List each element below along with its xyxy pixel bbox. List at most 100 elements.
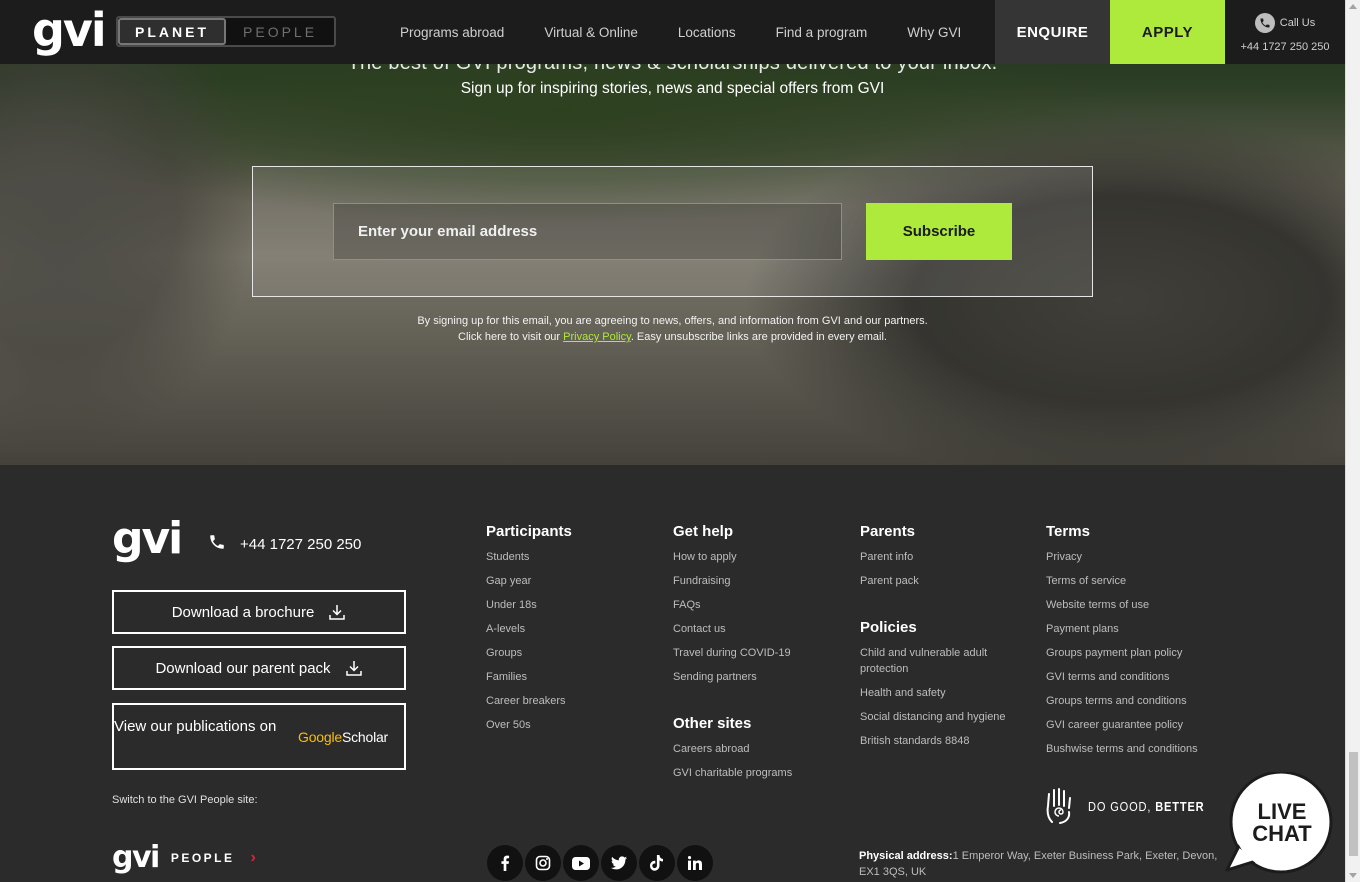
live-chat-button[interactable]: LIVE CHAT — [1225, 770, 1335, 876]
nav-locations[interactable]: Locations — [678, 25, 736, 40]
tiktok-icon[interactable] — [639, 845, 675, 881]
footer-col-participants: Participants Students Gap year Under 18s… — [486, 522, 572, 741]
gvi-people-label: PEOPLE — [170, 851, 235, 865]
footer-link[interactable]: Parent info — [860, 549, 919, 565]
instagram-icon[interactable] — [525, 845, 561, 881]
legal-line-2-pre: Click here to visit our — [458, 331, 561, 343]
footer-link[interactable]: Parent pack — [860, 573, 919, 589]
phone-icon — [208, 533, 226, 556]
scrollbar-thumb[interactable] — [1349, 752, 1358, 856]
footer-link[interactable]: Careers abroad — [673, 741, 792, 757]
footer-link[interactable]: Contact us — [673, 621, 791, 637]
planet-people-toggle: PLANET PEOPLE — [116, 16, 336, 47]
email-input[interactable] — [333, 203, 842, 260]
do-good-better-logo: DO GOOD, BETTER — [1046, 788, 1225, 824]
footer-link[interactable]: A-levels — [486, 621, 572, 637]
youtube-icon[interactable] — [563, 845, 599, 881]
do-good-better-text: DO GOOD, BETTER — [1088, 799, 1205, 814]
footer-link[interactable]: GVI charitable programs — [673, 765, 792, 781]
footer-link[interactable]: British standards 8848 — [860, 733, 1010, 749]
footer-link[interactable]: Travel during COVID-19 — [673, 645, 791, 661]
legal-line-2: Click here to visit our Privacy Policy. … — [0, 329, 1345, 345]
nav-why-gvi[interactable]: Why GVI — [907, 25, 961, 40]
footer-link[interactable]: Groups terms and conditions — [1046, 693, 1198, 709]
footer-link[interactable]: Health and safety — [860, 685, 1010, 701]
footer-col-terms: Terms Privacy Terms of service Website t… — [1046, 522, 1198, 765]
footer-col-parents: Parents Parent info Parent pack — [860, 522, 919, 597]
footer-link[interactable]: Privacy — [1046, 549, 1198, 565]
footer-link[interactable]: Over 50s — [486, 717, 572, 733]
footer-link[interactable]: GVI career guarantee policy — [1046, 717, 1198, 733]
footer-link[interactable]: Bushwise terms and conditions — [1046, 741, 1198, 757]
nav-programs-abroad[interactable]: Programs abroad — [400, 25, 504, 40]
footer-link[interactable]: Groups — [486, 645, 572, 661]
footer-link[interactable]: Gap year — [486, 573, 572, 589]
gvi-logo[interactable]: gvi — [32, 5, 107, 55]
footer-link[interactable]: Social distancing and hygiene — [860, 709, 1010, 725]
gvi-people-site-link[interactable]: gvi PEOPLE › — [112, 841, 256, 875]
apply-button[interactable]: APPLY — [1110, 0, 1225, 64]
download-icon — [328, 603, 346, 621]
call-us[interactable]: Call Us +44 1727 250 250 — [1225, 0, 1345, 64]
page-scrollbar[interactable] — [1345, 0, 1360, 882]
page: The best of GVI programs, news & scholar… — [0, 0, 1360, 882]
nav-find-a-program[interactable]: Find a program — [776, 25, 868, 40]
publications-label: View our publications on — [114, 718, 277, 735]
main-nav: Programs abroad Virtual & Online Locatio… — [380, 0, 981, 64]
footer-link[interactable]: Groups payment plan policy — [1046, 645, 1198, 661]
footer-phone[interactable]: +44 1727 250 250 — [208, 533, 361, 556]
footer-link[interactable]: How to apply — [673, 549, 791, 565]
footer-link[interactable]: Under 18s — [486, 597, 572, 613]
footer-gvi-logo[interactable]: gvi — [112, 517, 183, 561]
linkedin-icon[interactable] — [677, 845, 713, 881]
footer-link[interactable]: GVI terms and conditions — [1046, 669, 1198, 685]
site-header: gvi PLANET PEOPLE Programs abroad Virtua… — [0, 0, 1345, 64]
footer-link[interactable]: FAQs — [673, 597, 791, 613]
enquire-button[interactable]: ENQUIRE — [995, 0, 1110, 64]
legal-line-2-post: . Easy unsubscribe links are provided in… — [630, 331, 887, 343]
switch-site-label: Switch to the GVI People site: — [112, 794, 258, 806]
chevron-right-icon: › — [250, 849, 256, 866]
scroll-down-arrow-icon[interactable] — [1349, 873, 1357, 878]
download-parent-pack-label: Download our parent pack — [155, 659, 331, 677]
nav-virtual-online[interactable]: Virtual & Online — [544, 25, 638, 40]
newsletter-subtitle: Sign up for inspiring stories, news and … — [460, 80, 885, 97]
toggle-people[interactable]: PEOPLE — [226, 18, 334, 45]
download-parent-pack-button[interactable]: Download our parent pack — [112, 646, 406, 690]
footer-col-policies: Policies Child and vulnerable adult prot… — [860, 618, 1010, 757]
footer-link[interactable]: Website terms of use — [1046, 597, 1198, 613]
call-us-label: Call Us — [1279, 17, 1316, 29]
facebook-icon[interactable] — [487, 845, 523, 881]
download-brochure-button[interactable]: Download a brochure — [112, 590, 406, 634]
privacy-policy-link[interactable]: Privacy Policy — [563, 331, 631, 343]
signup-form: Subscribe — [252, 166, 1093, 297]
social-links — [487, 845, 713, 881]
footer-link[interactable]: Child and vulnerable adult protection — [860, 645, 1010, 677]
parents-heading: Parents — [860, 523, 916, 540]
get-help-heading: Get help — [673, 523, 734, 540]
scroll-up-arrow-icon[interactable] — [1349, 4, 1357, 9]
footer-link[interactable]: Students — [486, 549, 572, 565]
footer-link[interactable]: Career breakers — [486, 693, 572, 709]
live-chat-line2: CHAT — [1252, 821, 1312, 846]
participants-heading: Participants — [486, 523, 572, 540]
footer-link[interactable]: Sending partners — [673, 669, 791, 685]
footer-link[interactable]: Terms of service — [1046, 573, 1198, 589]
footer-link[interactable]: Payment plans — [1046, 621, 1198, 637]
other-sites-heading: Other sites — [673, 715, 752, 732]
site-footer: gvi +44 1727 250 250 Download a brochure… — [0, 465, 1345, 882]
footer-link[interactable]: Fundraising — [673, 573, 791, 589]
toggle-planet[interactable]: PLANET — [118, 18, 227, 45]
legal-line-1: By signing up for this email, you are ag… — [417, 315, 928, 327]
subscribe-button[interactable]: Subscribe — [866, 203, 1012, 260]
signup-legal-text: By signing up for this email, you are ag… — [0, 313, 1345, 345]
phone-icon — [1254, 13, 1275, 33]
dogood-part2: BETTER — [1155, 798, 1205, 814]
twitter-icon[interactable] — [601, 845, 637, 881]
call-us-number: +44 1727 250 250 — [1240, 41, 1330, 53]
google-scholar-publications-button[interactable]: View our publications on GoogleScholar — [112, 703, 406, 770]
newsletter-hero: The best of GVI programs, news & scholar… — [0, 0, 1345, 465]
footer-link[interactable]: Families — [486, 669, 572, 685]
policies-heading: Policies — [860, 619, 917, 636]
address-label: Physical address: — [859, 850, 953, 862]
